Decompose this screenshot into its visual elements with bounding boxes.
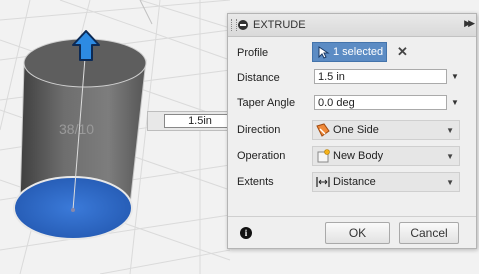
chevron-down-icon[interactable]: ▼ [451,72,459,81]
collapse-icon[interactable] [238,20,248,30]
operation-dropdown[interactable]: New Body ▼ [312,146,460,166]
taper-angle-label: Taper Angle [237,97,296,109]
direction-value: One Side [333,124,379,136]
operation-label: Operation [237,150,286,162]
cancel-button[interactable]: Cancel [399,222,459,244]
taper-angle-field[interactable]: 0.0 deg [314,95,447,110]
direction-one-side-icon [316,123,330,137]
direction-label: Direction [237,124,281,136]
dialog-title: EXTRUDE [253,19,306,31]
profile-label: Profile [237,47,269,59]
extents-dropdown[interactable]: Distance ▼ [312,172,460,192]
distance-extent-icon [316,177,330,187]
operation-value: New Body [333,150,384,162]
ok-button[interactable]: OK [325,222,390,244]
expand-icon[interactable]: ▶▶ [464,18,475,29]
distance-field[interactable]: 1.5 in [314,69,447,84]
chevron-down-icon: ▼ [446,126,454,135]
profile-select-button[interactable]: 1 selected [312,42,387,62]
chevron-down-icon: ▼ [446,152,454,161]
cursor-select-icon [318,46,330,59]
clear-selection-icon[interactable]: ✕ [397,45,408,58]
distance-label: Distance [237,72,280,84]
dimension-label: 38/10 [59,121,95,137]
extents-label: Extents [237,176,274,188]
extrude-dialog: EXTRUDE ▶▶ Profile 1 selected ✕ Distance… [227,13,477,249]
footer-divider [228,216,476,217]
profile-selection-text: 1 selected [333,46,384,58]
dialog-header[interactable]: EXTRUDE ▶▶ [228,14,476,37]
new-body-icon [317,149,330,163]
canvas-distance-field[interactable]: 1.5in [164,114,236,128]
info-icon[interactable]: i [240,227,252,239]
direction-dropdown[interactable]: One Side ▼ [312,120,460,140]
chevron-down-icon: ▼ [446,178,454,187]
extents-value: Distance [333,176,376,188]
drag-grip-icon[interactable] [231,19,237,31]
chevron-down-icon[interactable]: ▼ [451,98,459,107]
